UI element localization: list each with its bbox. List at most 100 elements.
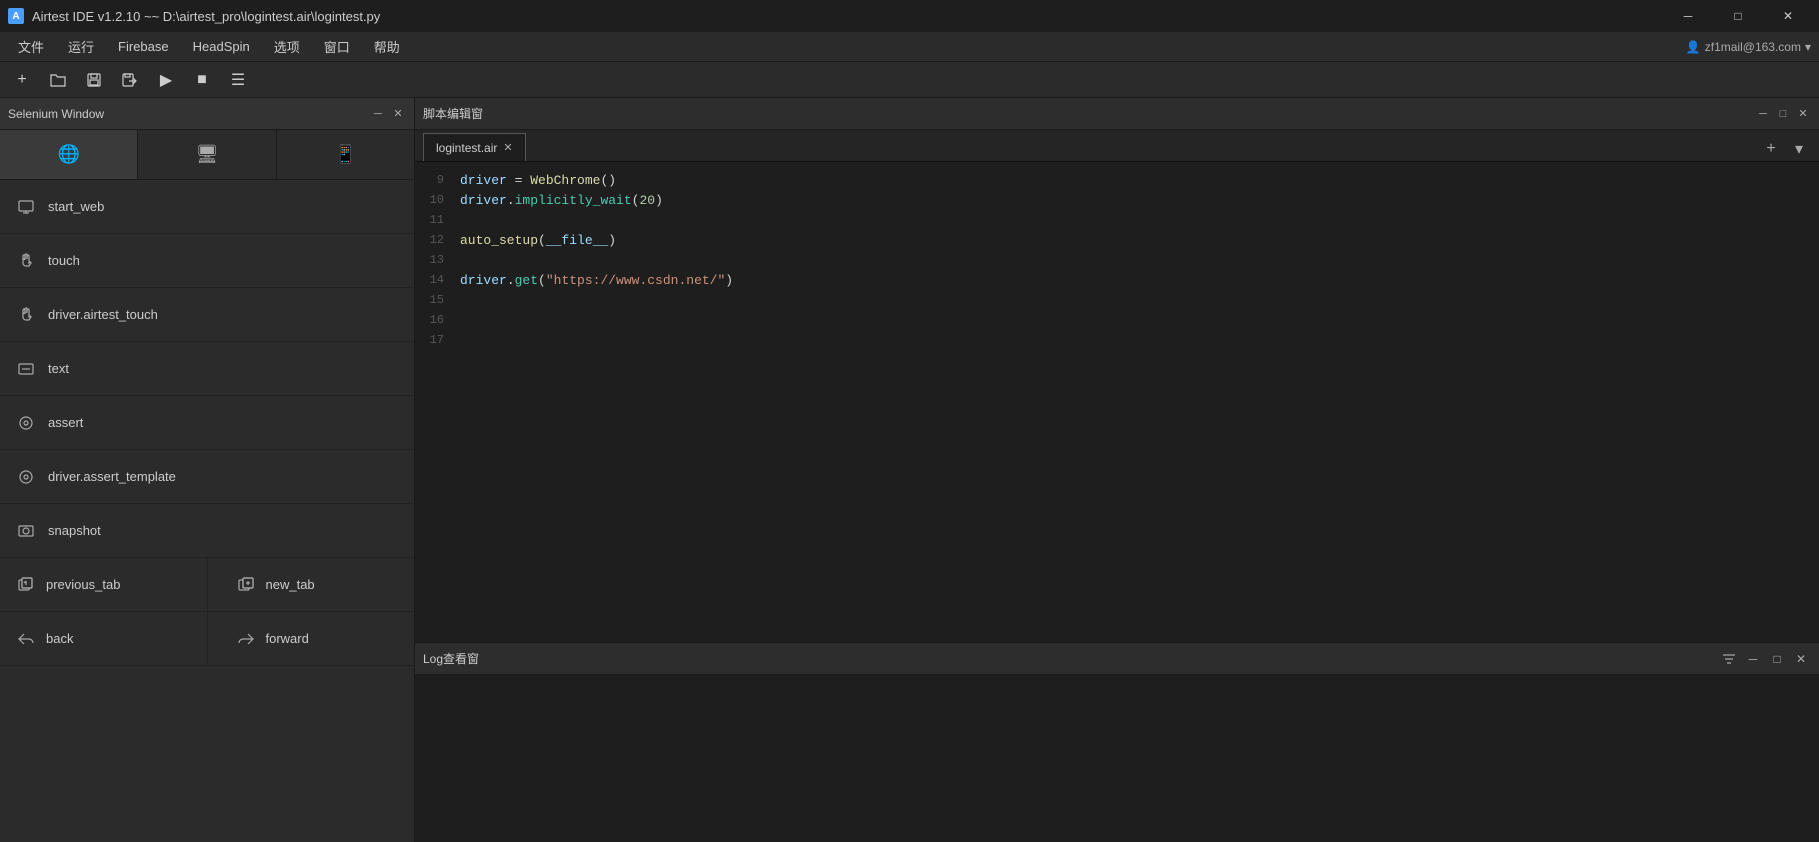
menu-headspin[interactable]: HeadSpin [183,35,260,58]
script-editor-controls: ─ □ ✕ [1755,106,1811,122]
tab-dropdown-button[interactable]: ▾ [1787,137,1811,161]
saveas-button[interactable] [116,66,144,94]
forward-icon [236,629,256,649]
code-line-9: 9 driver = WebChrome() [415,170,1819,190]
driver-assert-template-icon [16,467,36,487]
close-button[interactable]: ✕ [1765,0,1811,32]
left-panel-minimize[interactable]: ─ [370,106,386,122]
text-label: text [48,361,69,376]
left-panel-title: Selenium Window [8,107,104,121]
menu-file[interactable]: 文件 [8,33,54,60]
editor-tabs-left: logintest.air ✕ [423,133,526,161]
api-item-new-tab[interactable]: new_tab [220,558,415,612]
left-panel-close[interactable]: ✕ [390,106,406,122]
start-web-icon [16,197,36,217]
driver-assert-template-label: driver.assert_template [48,469,176,484]
api-item-row-tabs: previous_tab new_tab [0,558,414,612]
log-filter-button[interactable] [1719,649,1739,669]
user-icon: 👤 [1686,40,1701,54]
editor-tab-close[interactable]: ✕ [503,141,512,154]
code-line-13: 13 [415,250,1819,270]
script-editor-close[interactable]: ✕ [1795,106,1811,122]
code-area[interactable]: 9 driver = WebChrome() 10 driver.implici… [415,162,1819,642]
editor-tabs-right: + ▾ [1759,137,1819,161]
toolbar: + ▶ ■ ☰ [0,62,1819,98]
code-line-10: 10 driver.implicitly_wait(20) [415,190,1819,210]
snapshot-label: snapshot [48,523,101,538]
titlebar-controls: ─ □ ✕ [1665,0,1811,32]
app-icon: A [8,8,24,24]
log-panel-controls: ─ □ ✕ [1719,649,1811,669]
log-maximize-button[interactable]: □ [1767,649,1787,669]
api-item-text[interactable]: text [0,342,414,396]
api-item-snapshot[interactable]: snapshot [0,504,414,558]
assert-label: assert [48,415,83,430]
touch-icon [16,251,36,271]
new-tab-icon [236,575,256,595]
api-item-start-web[interactable]: start_web [0,180,414,234]
titlebar-left: A Airtest IDE v1.2.10 ~~ D:\airtest_pro\… [8,8,380,24]
user-dropdown-icon: ▾ [1805,40,1811,54]
log-content [415,675,1819,842]
api-item-driver-airtest-touch[interactable]: driver.airtest_touch [0,288,414,342]
code-line-15: 15 [415,290,1819,310]
user-email: zf1mail@163.com [1705,40,1801,54]
save-button[interactable] [80,66,108,94]
left-panel-header: Selenium Window ─ ✕ [0,98,414,130]
open-button[interactable] [44,66,72,94]
back-label: back [46,631,73,646]
new-button[interactable]: + [8,66,36,94]
editor-tab-logintest[interactable]: logintest.air ✕ [423,133,526,161]
menu-firebase[interactable]: Firebase [108,35,179,58]
stop-button[interactable]: ■ [188,66,216,94]
api-item-touch[interactable]: touch [0,234,414,288]
script-editor-minimize[interactable]: ─ [1755,106,1771,122]
device-tab-screen[interactable]: 🖥 [138,130,276,179]
code-line-12: 12 auto_setup(__file__) [415,230,1819,250]
device-tabs: 🌐 🖥 📱 [0,130,414,180]
editor-tab-name: logintest.air [436,141,497,155]
menu-run[interactable]: 运行 [58,33,104,60]
previous-tab-icon [16,575,36,595]
forward-label: forward [266,631,309,646]
left-panel-controls: ─ ✕ [370,106,406,122]
code-line-14: 14 driver.get("https://www.csdn.net/") [415,270,1819,290]
device-tab-web[interactable]: 🌐 [0,130,138,179]
driver-airtest-touch-icon [16,305,36,325]
menu-options[interactable]: 选项 [264,33,310,60]
log-panel-header: Log查看窗 ─ □ ✕ [415,643,1819,675]
api-item-driver-assert-template[interactable]: driver.assert_template [0,450,414,504]
script-editor-maximize[interactable]: □ [1775,106,1791,122]
code-line-16: 16 [415,310,1819,330]
minimize-button[interactable]: ─ [1665,0,1711,32]
menubar: 文件 运行 Firebase HeadSpin 选项 窗口 帮助 👤 zf1ma… [0,32,1819,62]
script-editor-title: 脚本编辑窗 [423,105,483,122]
api-list: start_web touch [0,180,414,842]
driver-airtest-touch-label: driver.airtest_touch [48,307,158,322]
api-item-assert[interactable]: assert [0,396,414,450]
log-minimize-button[interactable]: ─ [1743,649,1763,669]
run-button[interactable]: ▶ [152,66,180,94]
text-icon [16,359,36,379]
api-item-row-nav: back forward [0,612,414,666]
new-tab-label: new_tab [266,577,315,592]
right-area: 脚本编辑窗 ─ □ ✕ logintest.air ✕ + ▾ [415,98,1819,842]
start-web-label: start_web [48,199,104,214]
menu-help[interactable]: 帮助 [364,33,410,60]
previous-tab-label: previous_tab [46,577,120,592]
code-line-17: 17 [415,330,1819,350]
api-item-previous-tab[interactable]: previous_tab [0,558,195,612]
script-editor-header: 脚本编辑窗 ─ □ ✕ [415,98,1819,130]
selenium-window: Selenium Window ─ ✕ 🌐 🖥 📱 start_ [0,98,415,842]
api-item-forward[interactable]: forward [220,612,415,666]
api-item-back[interactable]: back [0,612,195,666]
script-editor: 脚本编辑窗 ─ □ ✕ logintest.air ✕ + ▾ [415,98,1819,642]
add-tab-button[interactable]: + [1759,137,1783,161]
assert-icon [16,413,36,433]
editor-tabs: logintest.air ✕ + ▾ [415,130,1819,162]
device-tab-mobile[interactable]: 📱 [277,130,414,179]
menu-window[interactable]: 窗口 [314,33,360,60]
log-close-button[interactable]: ✕ [1791,649,1811,669]
log-button[interactable]: ☰ [224,66,252,94]
maximize-button[interactable]: □ [1715,0,1761,32]
